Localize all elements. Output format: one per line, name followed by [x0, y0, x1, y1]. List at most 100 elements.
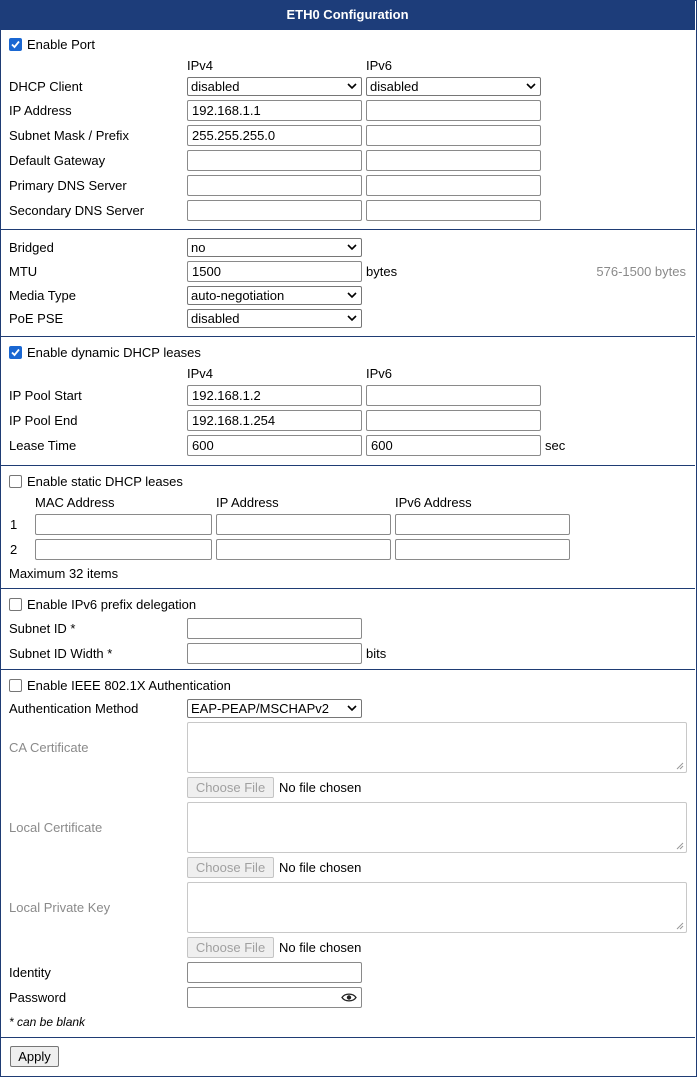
bridged-select[interactable]: no — [187, 238, 362, 257]
static-lease-row-index: 1 — [10, 517, 18, 532]
ca-certificate-file-status: No file chosen — [279, 780, 362, 795]
static-lease-mac-input[interactable] — [35, 514, 212, 535]
ip-pool-start-ipv6-input[interactable] — [366, 385, 541, 406]
auth-method-value: EAP-PEAP/MSCHAPv2 — [191, 701, 329, 716]
bridged-label: Bridged — [9, 240, 54, 255]
max-items-note: Maximum 32 items — [9, 566, 119, 581]
show-password-eye-icon[interactable] — [341, 992, 357, 1003]
section-divider — [0, 1037, 695, 1038]
bridged-value: no — [191, 240, 206, 255]
enable-port-row[interactable]: Enable Port — [9, 37, 95, 53]
dhcp-ipv6-column-header: IPv6 — [366, 366, 393, 381]
enable-dynamic-dhcp-label: Enable dynamic DHCP leases — [27, 345, 201, 360]
enable-8021x-checkbox[interactable] — [9, 679, 22, 692]
default-gateway-label: Default Gateway — [9, 153, 106, 168]
identity-input[interactable] — [187, 962, 362, 983]
ip-pool-end-ipv4-input[interactable]: 192.168.1.254 — [187, 410, 362, 431]
password-label: Password — [9, 990, 67, 1005]
poe-pse-label: PoE PSE — [9, 311, 64, 326]
enable-dynamic-dhcp-row[interactable]: Enable dynamic DHCP leases — [9, 345, 201, 361]
subnet-id-label: Subnet ID * — [9, 621, 76, 636]
subnet-prefix-ipv6-input[interactable] — [366, 125, 541, 146]
section-divider — [0, 336, 695, 337]
enable-port-label: Enable Port — [27, 37, 95, 52]
panel-title: ETH0 Configuration — [0, 0, 695, 30]
auth-method-label: Authentication Method — [9, 701, 139, 716]
section-divider — [0, 229, 695, 230]
chevron-down-icon — [347, 315, 357, 322]
enable-8021x-label: Enable IEEE 802.1X Authentication — [27, 678, 231, 693]
ip-address-label: IP Address — [9, 103, 72, 118]
apply-button[interactable]: Apply — [10, 1046, 59, 1067]
local-private-key-choose-file-button[interactable]: Choose File — [187, 937, 274, 958]
local-private-key-file-status: No file chosen — [279, 940, 362, 955]
chevron-down-icon — [526, 83, 536, 90]
mtu-input[interactable]: 1500 — [187, 261, 362, 282]
dhcp-client-ipv6-value: disabled — [370, 79, 419, 94]
poe-pse-value: disabled — [191, 311, 240, 326]
subnet-mask-label: Subnet Mask / Prefix — [9, 128, 129, 143]
primary-dns-ipv6-input[interactable] — [366, 175, 541, 196]
local-certificate-file-status: No file chosen — [279, 860, 362, 875]
static-lease-ip-input[interactable] — [216, 539, 391, 560]
resize-grip-icon[interactable] — [676, 842, 684, 850]
media-type-select[interactable]: auto-negotiation — [187, 286, 362, 305]
resize-grip-icon[interactable] — [676, 762, 684, 770]
static-lease-mac-input[interactable] — [35, 539, 212, 560]
lease-time-label: Lease Time — [9, 438, 77, 453]
poe-pse-select[interactable]: disabled — [187, 309, 362, 328]
chevron-down-icon — [347, 292, 357, 299]
subnet-id-input[interactable] — [187, 618, 362, 639]
enable-8021x-row[interactable]: Enable IEEE 802.1X Authentication — [9, 678, 231, 694]
mtu-label: MTU — [9, 264, 38, 279]
enable-dynamic-dhcp-checkbox[interactable] — [9, 346, 22, 359]
enable-port-checkbox[interactable] — [9, 38, 22, 51]
static-lease-row-index: 2 — [10, 542, 18, 557]
dhcp-ipv4-column-header: IPv4 — [187, 366, 214, 381]
static-lease-ipv6-input[interactable] — [395, 539, 570, 560]
default-gateway-ipv4-input[interactable] — [187, 150, 362, 171]
ca-certificate-label: CA Certificate — [9, 740, 89, 755]
auth-method-select[interactable]: EAP-PEAP/MSCHAPv2 — [187, 699, 362, 718]
enable-static-dhcp-row[interactable]: Enable static DHCP leases — [9, 474, 183, 490]
mac-address-column-header: MAC Address — [35, 495, 115, 510]
static-lease-ip-input[interactable] — [216, 514, 391, 535]
local-certificate-choose-file-button[interactable]: Choose File — [187, 857, 274, 878]
enable-prefix-delegation-checkbox[interactable] — [9, 598, 22, 611]
dhcp-client-ipv6-select[interactable]: disabled — [366, 77, 541, 96]
default-gateway-ipv6-input[interactable] — [366, 150, 541, 171]
resize-grip-icon[interactable] — [676, 922, 684, 930]
ip-address-column-header: IP Address — [216, 495, 279, 510]
secondary-dns-ipv4-input[interactable] — [187, 200, 362, 221]
ip-address-ipv6-input[interactable] — [366, 100, 541, 121]
subnet-mask-ipv4-input[interactable]: 255.255.255.0 — [187, 125, 362, 146]
local-private-key-label: Local Private Key — [9, 900, 111, 915]
ip-pool-end-label: IP Pool End — [9, 413, 78, 428]
primary-dns-ipv4-input[interactable] — [187, 175, 362, 196]
section-divider — [0, 465, 695, 466]
password-input[interactable] — [187, 987, 362, 1008]
ca-certificate-textarea[interactable] — [187, 722, 687, 773]
ip-pool-start-ipv4-input[interactable]: 192.168.1.2 — [187, 385, 362, 406]
local-certificate-textarea[interactable] — [187, 802, 687, 853]
ca-certificate-choose-file-button[interactable]: Choose File — [187, 777, 274, 798]
enable-static-dhcp-checkbox[interactable] — [9, 475, 22, 488]
secondary-dns-label: Secondary DNS Server — [9, 203, 145, 218]
enable-prefix-delegation-row[interactable]: Enable IPv6 prefix delegation — [9, 597, 196, 613]
ipv4-column-header: IPv4 — [187, 58, 214, 73]
lease-time-ipv6-input[interactable]: 600 — [366, 435, 541, 456]
primary-dns-label: Primary DNS Server — [9, 178, 127, 193]
lease-time-ipv4-input[interactable]: 600 — [187, 435, 362, 456]
dhcp-client-ipv4-select[interactable]: disabled — [187, 77, 362, 96]
media-type-label: Media Type — [9, 288, 76, 303]
secondary-dns-ipv6-input[interactable] — [366, 200, 541, 221]
ipv6-address-column-header: IPv6 Address — [395, 495, 472, 510]
ipv6-column-header: IPv6 — [366, 58, 393, 73]
ip-address-ipv4-input[interactable]: 192.168.1.1 — [187, 100, 362, 121]
can-be-blank-note: * can be blank — [9, 1015, 86, 1029]
lease-time-unit: sec — [545, 438, 566, 453]
static-lease-ipv6-input[interactable] — [395, 514, 570, 535]
ip-pool-end-ipv6-input[interactable] — [366, 410, 541, 431]
subnet-id-width-input[interactable] — [187, 643, 362, 664]
local-private-key-textarea[interactable] — [187, 882, 687, 933]
